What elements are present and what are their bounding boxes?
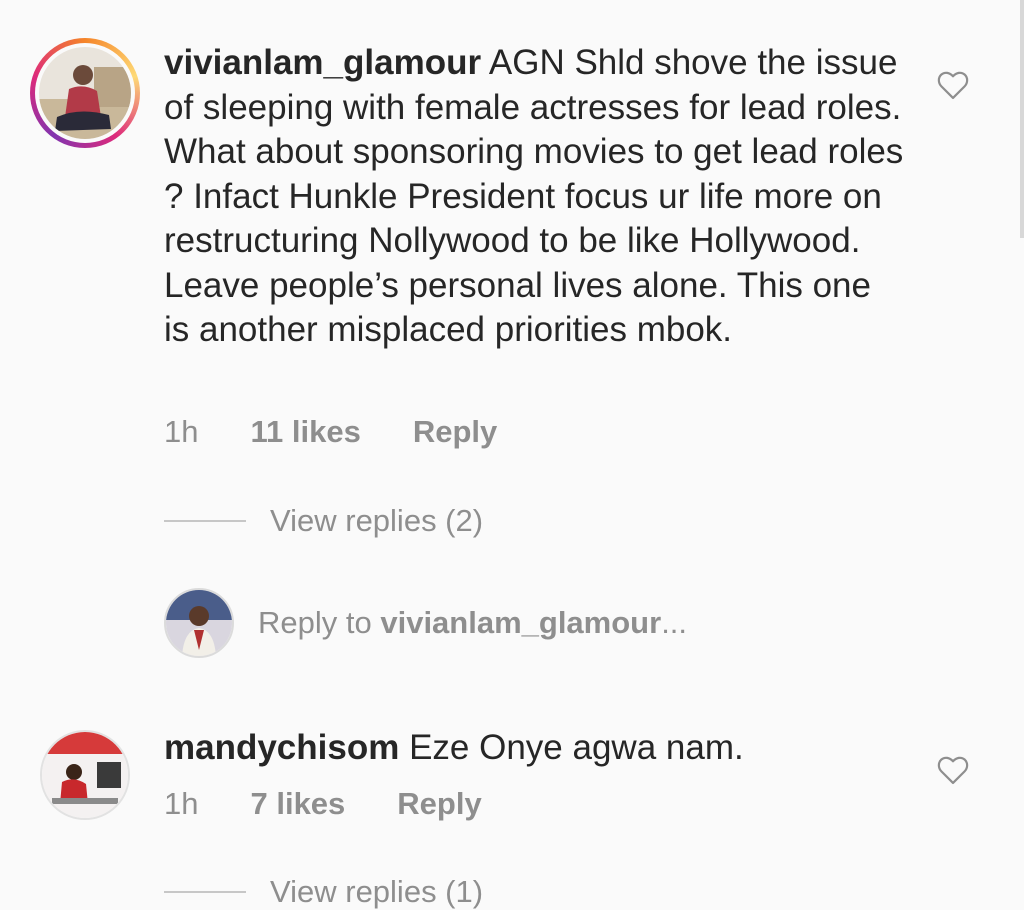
comment-timestamp: 1h <box>164 786 199 821</box>
comment-body: AGN Shld shove the issue of sleeping wit… <box>164 43 904 349</box>
comment-body: Eze Onye agwa nam. <box>399 728 744 767</box>
heart-outline-icon[interactable] <box>936 70 970 100</box>
comment-likes[interactable]: 11 likes <box>250 414 360 450</box>
comment-text-2: mandychisom Eze Onye agwa nam. <box>164 726 904 771</box>
divider-line <box>164 520 246 522</box>
comment-timestamp: 1h <box>164 414 199 449</box>
reply-button[interactable]: Reply <box>413 414 497 450</box>
divider-line <box>164 891 246 893</box>
view-replies-label: View replies (1) <box>270 874 484 909</box>
current-user-avatar <box>164 588 234 658</box>
avatar-mandychisom[interactable] <box>40 730 130 820</box>
comment-meta-1: 1h 11 likes Reply <box>164 414 497 450</box>
reply-ellipsis: ... <box>661 605 688 640</box>
reply-input[interactable]: Reply to vivianlam_glamour... <box>258 605 687 641</box>
comment-meta-2: 1h 7 likes Reply <box>164 786 482 822</box>
reply-button[interactable]: Reply <box>397 786 481 822</box>
comment-likes[interactable]: 7 likes <box>250 786 345 822</box>
view-replies-button[interactable]: View replies (1) <box>164 874 483 910</box>
reply-target-username: vivianlam_glamour <box>380 605 662 640</box>
reply-input-row[interactable]: Reply to vivianlam_glamour... <box>164 588 687 658</box>
scrollbar[interactable] <box>1020 0 1024 238</box>
view-replies-button[interactable]: View replies (2) <box>164 503 483 539</box>
heart-outline-icon[interactable] <box>936 755 970 785</box>
avatar-vivianlam-glamour[interactable] <box>30 38 140 148</box>
comment-username[interactable]: mandychisom <box>164 728 399 767</box>
comment-text-1: vivianlam_glamour AGN Shld shove the iss… <box>164 41 904 353</box>
comment-username[interactable]: vivianlam_glamour <box>164 43 481 82</box>
view-replies-label: View replies (2) <box>270 503 484 538</box>
reply-prefix: Reply to <box>258 605 381 640</box>
